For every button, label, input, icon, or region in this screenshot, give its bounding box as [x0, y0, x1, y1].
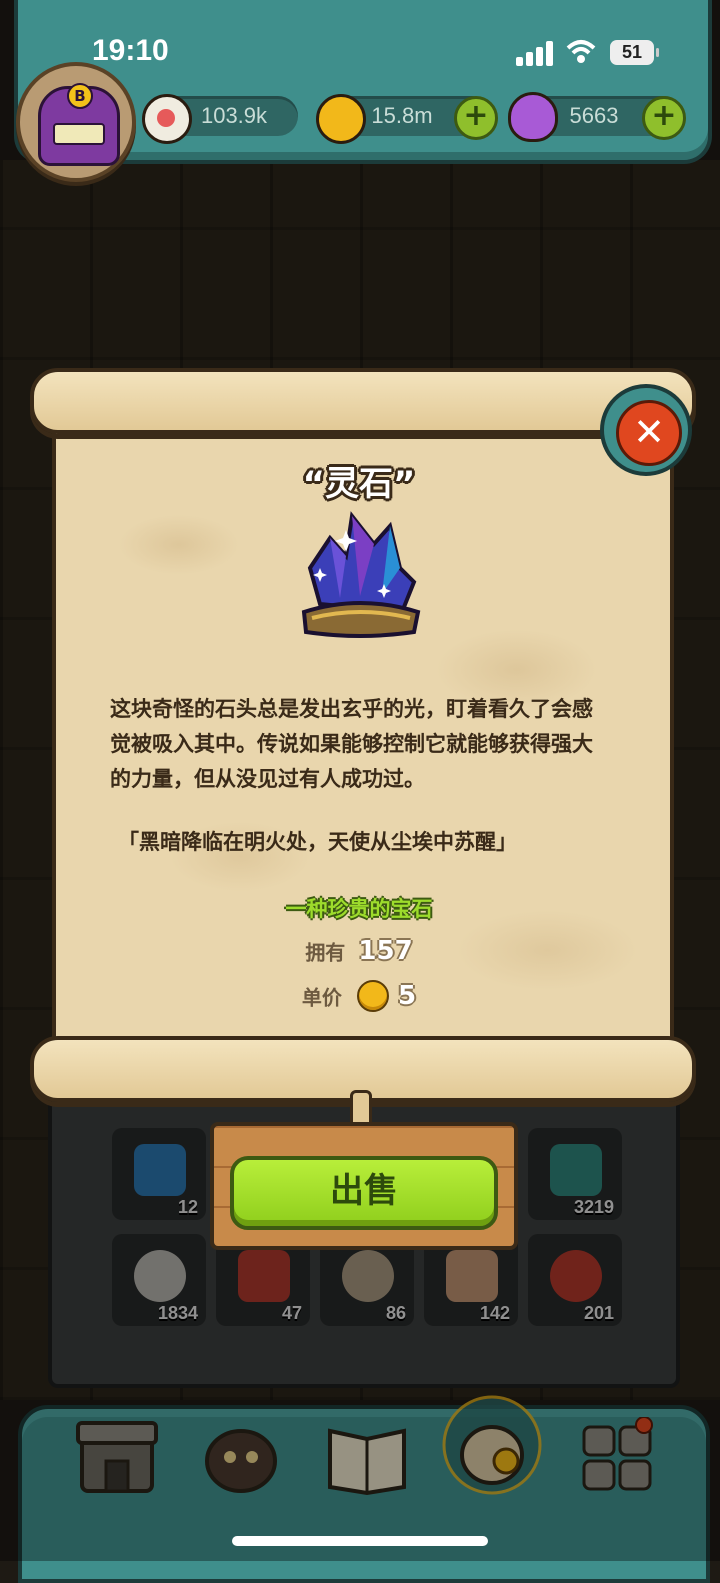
potion-amount: 5663: [569, 103, 619, 128]
item-description: 这块奇怪的石头总是发出玄乎的光，盯着看久了会感觉被吸入其中。传说如果能够控制它就…: [110, 697, 593, 791]
monster-avatar-icon: B: [38, 83, 120, 166]
eyeball-amount: 103.9k: [200, 103, 268, 128]
add-potion-button[interactable]: +: [642, 96, 686, 140]
sell-button[interactable]: 出售: [230, 1156, 498, 1230]
owned-label: 拥有: [305, 940, 346, 965]
owned-row: 拥有 157: [52, 936, 666, 966]
price-label: 单价: [301, 985, 342, 1010]
rank-badge: B: [67, 83, 93, 109]
spirit-stone-icon: [301, 511, 421, 638]
status-time: 19:10: [92, 34, 169, 67]
coin-icon: [356, 980, 389, 1012]
potion-icon: [508, 92, 558, 142]
item-category: 一种珍贵的宝石: [285, 897, 433, 921]
item-title: “灵石”: [302, 464, 416, 504]
signal-icon: [516, 40, 554, 66]
add-coin-button[interactable]: +: [454, 96, 498, 140]
battery-icon: 51: [610, 40, 659, 65]
item-quote: 「黑暗降临在明火处，天使从尘埃中苏醒」: [118, 830, 517, 854]
coin-icon: [316, 94, 366, 144]
wifi-icon: [566, 40, 596, 63]
price-row: 单价 5: [52, 980, 666, 1012]
scroll-top-roll: [30, 368, 696, 434]
owned-value: 157: [358, 936, 413, 966]
player-avatar[interactable]: B: [16, 62, 136, 182]
coin-amount: 15.8m: [371, 103, 433, 128]
home-indicator[interactable]: [232, 1536, 488, 1546]
price-value: 5: [398, 981, 417, 1011]
eyeball-icon: [142, 94, 192, 144]
